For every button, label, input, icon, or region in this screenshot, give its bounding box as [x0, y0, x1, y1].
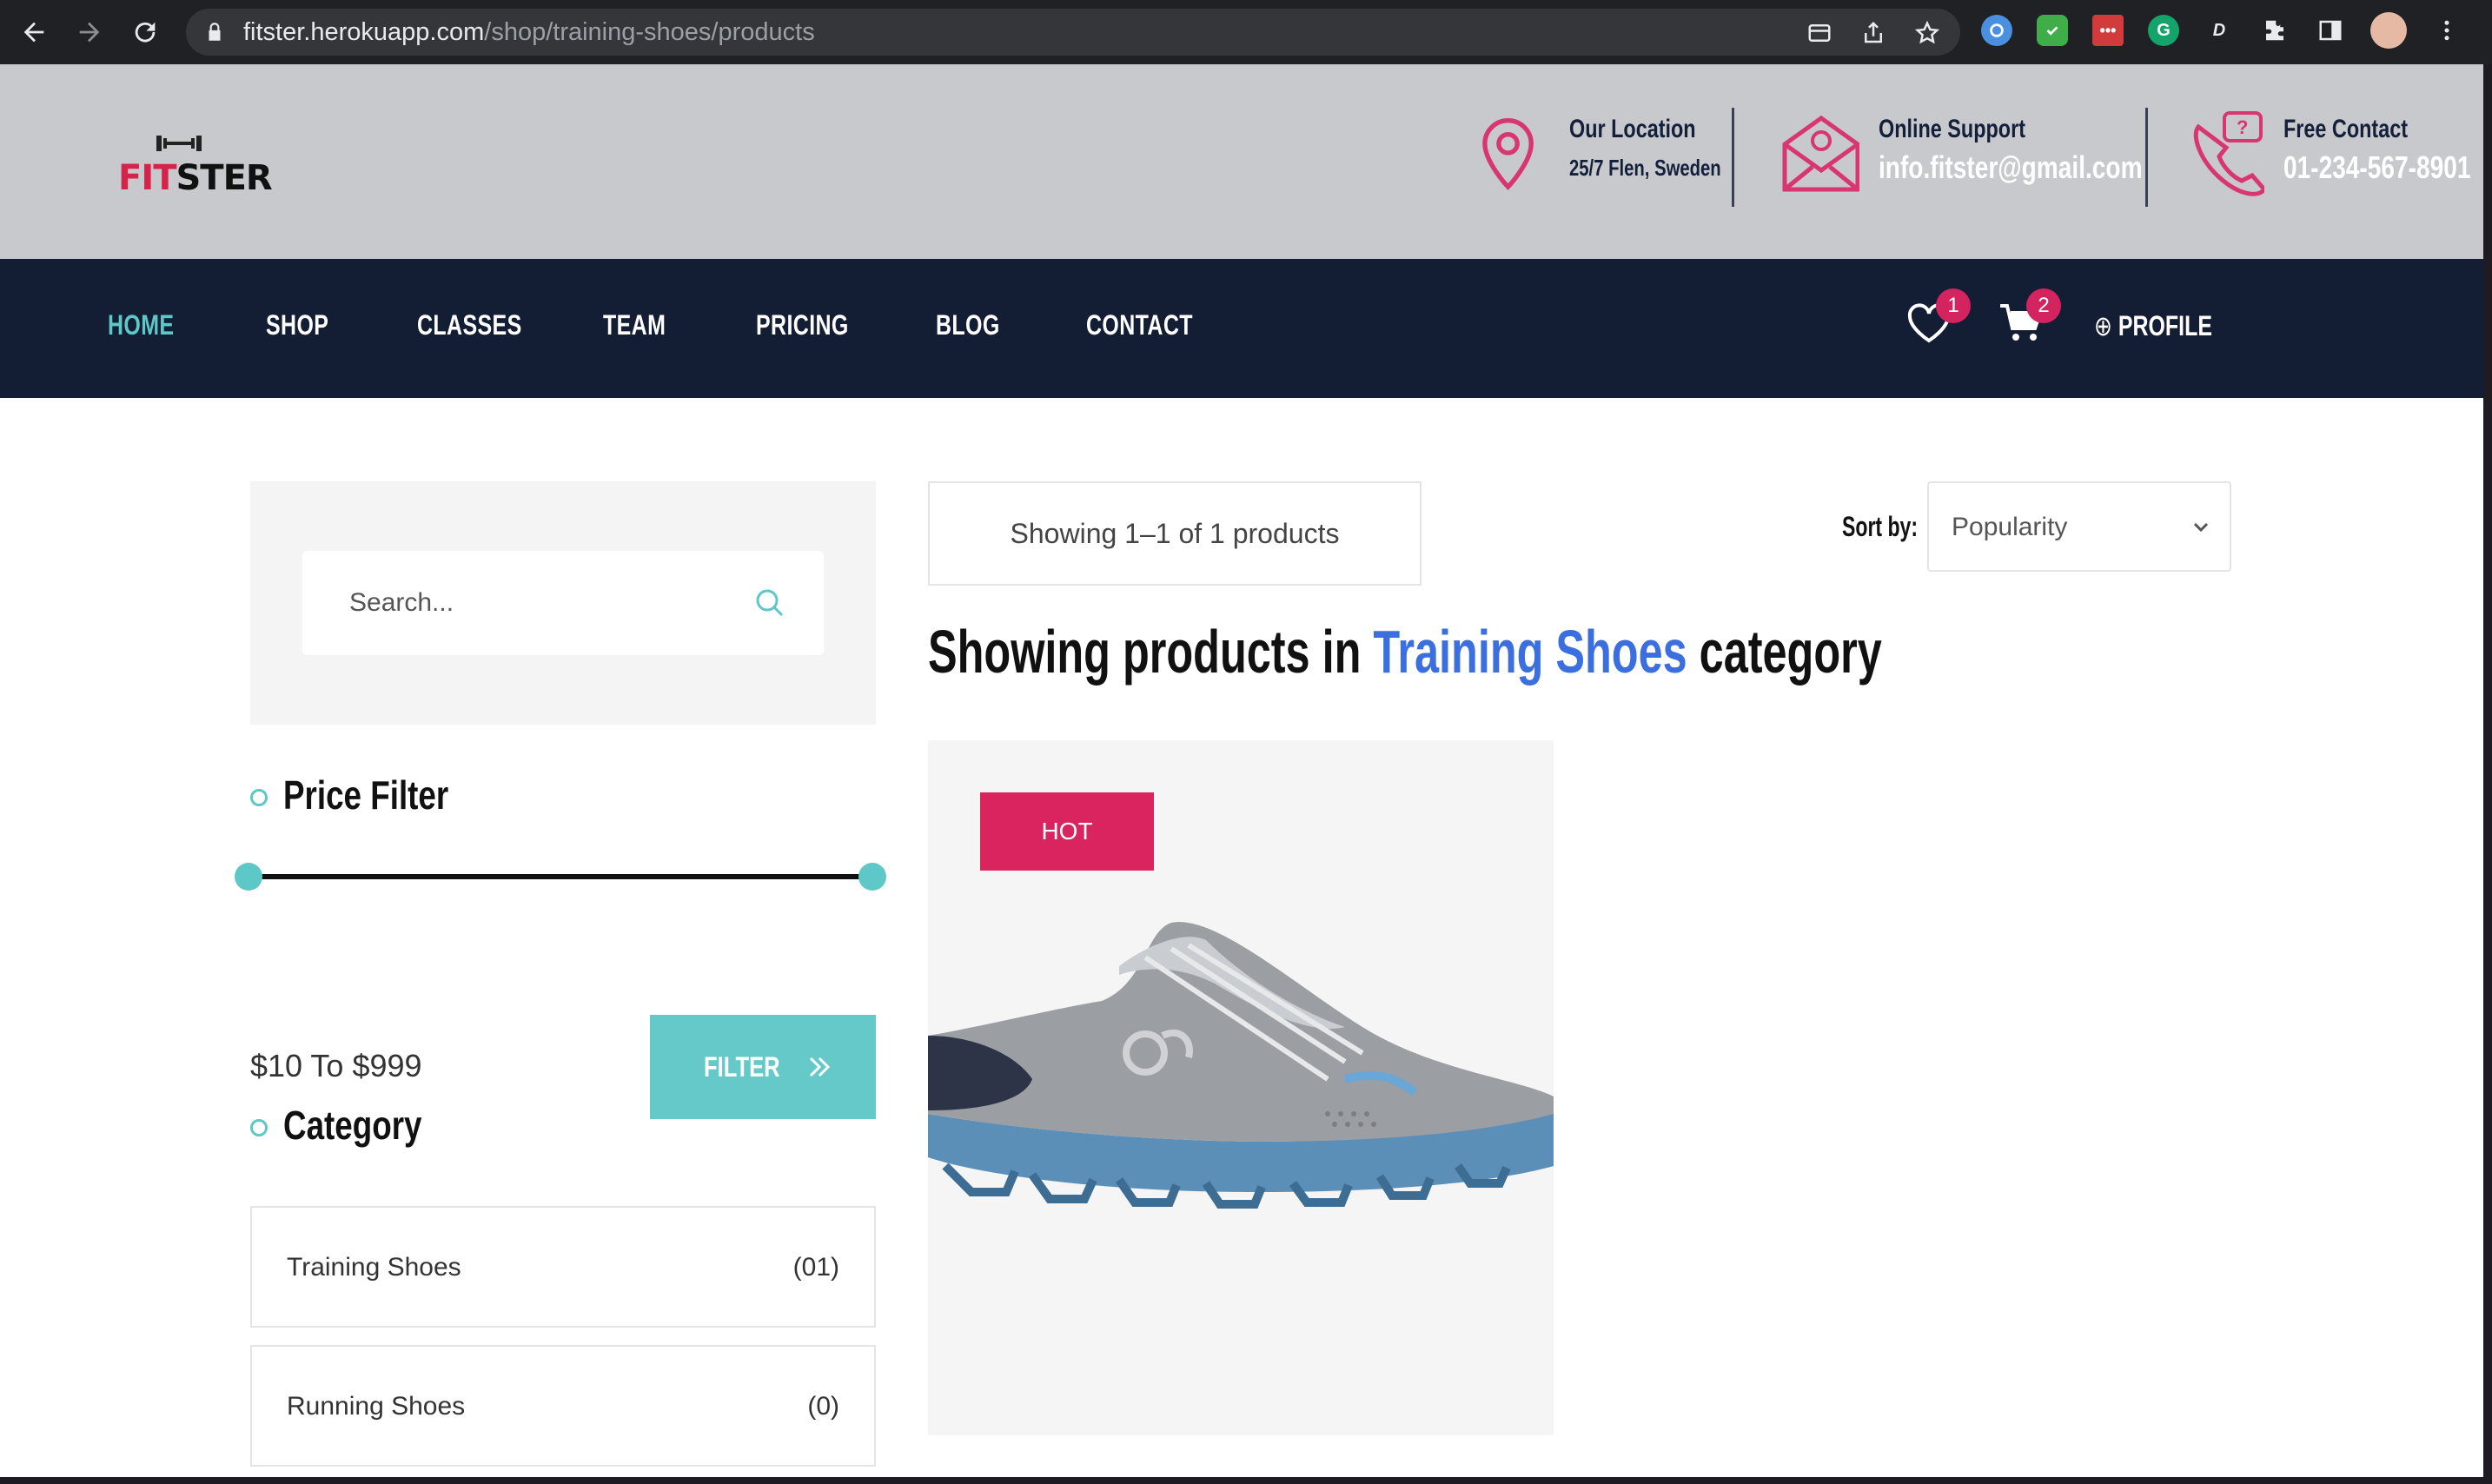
browser-menu-icon[interactable]	[2431, 15, 2462, 46]
nav-contact[interactable]: CONTACT	[1086, 309, 1193, 341]
map-pin-icon	[1482, 117, 1534, 191]
bookmark-star-icon[interactable]	[1913, 19, 1941, 47]
share-icon[interactable]	[1859, 19, 1887, 47]
page-viewport: FITSTER Our Location 25/7 Flen, Sweden O…	[0, 64, 2483, 1477]
double-chevron-right-icon	[809, 1057, 830, 1077]
extension-blue-icon[interactable]	[1981, 15, 2012, 46]
price-slider-max-handle[interactable]	[858, 863, 886, 891]
nav-blog[interactable]: BLOG	[936, 309, 1000, 341]
product-card[interactable]: HOT	[928, 740, 1554, 1435]
chevron-down-icon	[2193, 522, 2209, 533]
price-slider-track[interactable]	[249, 874, 872, 879]
category-item-running-shoes[interactable]: Running Shoes (0)	[250, 1345, 876, 1467]
phone-icon: ?	[2193, 111, 2264, 196]
page-scrollbar[interactable]	[2483, 64, 2492, 1477]
side-panel-icon[interactable]	[2315, 15, 2346, 46]
price-filter-title: Price Filter	[283, 772, 449, 818]
category-count: (0)	[807, 1392, 839, 1421]
back-icon[interactable]	[14, 12, 54, 52]
extension-dots-icon[interactable]: •••	[2092, 15, 2124, 46]
card-icon[interactable]	[1806, 19, 1833, 47]
support-email[interactable]: info.fitster@gmail.com	[1879, 149, 2143, 186]
url-text: fitster.herokuapp.com/shop/training-shoe…	[243, 18, 815, 46]
search-icon[interactable]	[752, 586, 787, 620]
bullet-circle-icon	[250, 789, 268, 806]
lock-icon	[209, 23, 221, 41]
browser-toolbar: fitster.herokuapp.com/shop/training-shoe…	[0, 0, 2492, 64]
filter-button[interactable]: FILTER	[650, 1015, 876, 1119]
extension-d-icon[interactable]: D	[2204, 15, 2235, 46]
contact-block: ? Free Contact 01-234-567-8901	[2186, 104, 2482, 209]
location-title: Our Location	[1569, 115, 1696, 143]
bullet-circle-icon	[250, 1119, 268, 1136]
contact-title: Free Contact	[2283, 115, 2409, 143]
category-count: (01)	[792, 1253, 839, 1282]
user-circle-icon: ⊕	[2094, 310, 2112, 341]
divider	[1732, 108, 1734, 207]
search-widget	[250, 481, 876, 725]
nav-classes[interactable]: CLASSES	[417, 309, 522, 341]
cart-count-badge: 2	[2026, 288, 2061, 323]
category-name: Running Shoes	[287, 1392, 466, 1421]
hot-badge: HOT	[980, 792, 1154, 871]
price-range-label: $10 To $999	[250, 1048, 422, 1083]
sort-select[interactable]: Popularity	[1927, 481, 2231, 572]
wishlist-count-badge: 1	[1936, 288, 1971, 323]
nav-team[interactable]: TEAM	[603, 309, 666, 341]
category-item-training-shoes[interactable]: Training Shoes (01)	[250, 1206, 876, 1328]
sort-value: Popularity	[1952, 513, 2068, 541]
avatar[interactable]	[2370, 12, 2407, 49]
category-heading: Showing products in Training Shoes categ…	[928, 618, 1882, 686]
reload-icon[interactable]	[125, 12, 165, 52]
location-value: 25/7 Flen, Sweden	[1569, 155, 1721, 181]
category-title: Category	[283, 1103, 422, 1148]
sort-label: Sort by:	[1842, 511, 1919, 542]
contact-phone[interactable]: 01-234-567-8901	[2283, 149, 2470, 186]
profile-link[interactable]: ⊕ PROFILE	[2094, 309, 2212, 342]
nav-home[interactable]: HOME	[108, 309, 174, 341]
forward-icon[interactable]	[70, 12, 109, 52]
product-image-shoe[interactable]	[928, 905, 1554, 1236]
support-block: Online Support info.fitster@gmail.com	[1781, 104, 2146, 209]
fitster-logo[interactable]: FITSTER	[118, 129, 273, 202]
extensions-puzzle-icon[interactable]	[2259, 15, 2290, 46]
grammarly-icon[interactable]: G	[2148, 15, 2179, 46]
location-block: Our Location 25/7 Flen, Sweden	[1477, 104, 1738, 209]
top-info-bar: FITSTER Our Location 25/7 Flen, Sweden O…	[0, 64, 2483, 259]
result-count: Showing 1–1 of 1 products	[928, 481, 1422, 586]
category-heading-link[interactable]: Training Shoes	[1373, 618, 1687, 686]
main-nav: HOME SHOP CLASSES TEAM PRICING BLOG CONT…	[0, 259, 2483, 398]
nav-shop[interactable]: SHOP	[266, 309, 328, 341]
price-slider-min-handle[interactable]	[235, 863, 262, 891]
envelope-icon	[1782, 115, 1859, 192]
dumbbell-icon	[156, 136, 202, 151]
logo-text: FITSTER	[118, 158, 273, 198]
search-input[interactable]	[302, 551, 824, 655]
address-bar[interactable]: fitster.herokuapp.com/shop/training-shoe…	[186, 9, 1960, 56]
divider	[2145, 108, 2148, 207]
extension-shield-icon[interactable]	[2037, 15, 2068, 46]
category-name: Training Shoes	[287, 1253, 461, 1282]
nav-pricing[interactable]: PRICING	[756, 309, 849, 341]
support-title: Online Support	[1879, 115, 2025, 143]
svg-text:?: ?	[2237, 116, 2248, 138]
